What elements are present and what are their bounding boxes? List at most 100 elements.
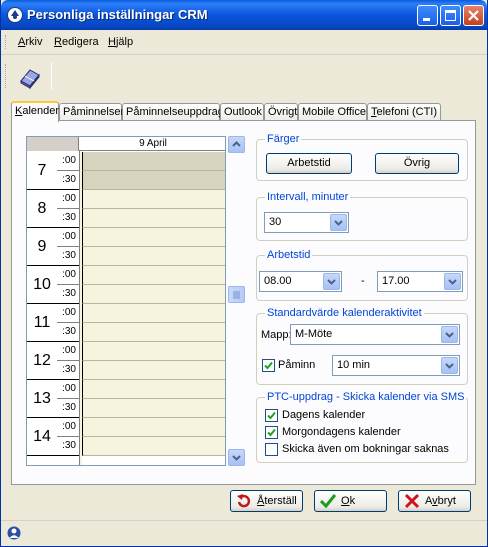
chevron-down-icon[interactable] [330, 214, 347, 231]
intervall-value: 30 [269, 216, 282, 228]
aterstall-button[interactable]: Återställ [230, 490, 303, 512]
arbetstid-title: Arbetstid [265, 249, 313, 261]
tab-outlook[interactable]: Outlook [220, 103, 264, 121]
time-slot[interactable] [82, 361, 225, 380]
morgondagens-checkbox[interactable] [265, 426, 278, 439]
slot-label: :30 [62, 364, 76, 375]
window-title: Personliga inställningar CRM [27, 7, 208, 22]
time-slot[interactable] [82, 171, 225, 190]
standard-group: Standardvärde kalenderaktivitet Mapp: M-… [256, 307, 468, 385]
calendar-date: 9 April [139, 138, 167, 149]
time-slot[interactable] [82, 285, 225, 304]
time-slot[interactable] [82, 247, 225, 266]
avbryt-button[interactable]: Avbryt [398, 490, 471, 512]
mapp-select[interactable]: M-Möte [290, 324, 460, 345]
arbetstid-from-select[interactable]: 08.00 [259, 271, 342, 292]
maximize-button[interactable] [440, 5, 461, 26]
tab-mobile-office[interactable]: Mobile Office [298, 103, 367, 121]
arbetstid-to-value: 17.00 [382, 275, 410, 287]
arbetstid-dash: - [361, 275, 365, 287]
time-slot[interactable] [82, 266, 225, 285]
scroll-up-button[interactable] [228, 136, 245, 153]
slot-label: :00 [57, 380, 79, 399]
chevron-down-icon[interactable] [441, 357, 458, 374]
toolbar-grip [5, 64, 8, 88]
aterstall-label: Återställ [257, 491, 297, 511]
day-calendar[interactable]: 9 April 7:00:30 8:00:30 9:00:30 10:00:30 11:… [26, 136, 226, 466]
farger-group: Färger Arbetstid Övrig [256, 133, 468, 181]
chevron-down-icon[interactable] [441, 326, 458, 343]
calendar-scrollbar[interactable] [228, 136, 245, 466]
chevron-down-icon[interactable] [323, 273, 340, 290]
hour-number: 12 [33, 352, 51, 369]
time-slot[interactable] [82, 399, 225, 418]
time-slot[interactable] [82, 418, 225, 437]
skicka-checkbox[interactable] [265, 443, 278, 456]
time-slot[interactable] [82, 209, 225, 228]
checkmark-icon [264, 361, 273, 370]
standard-title: Standardvärde kalenderaktivitet [265, 307, 424, 319]
time-slot[interactable] [82, 437, 225, 456]
paminn-select[interactable]: 10 min [332, 355, 460, 376]
scroll-thumb[interactable] [228, 286, 245, 303]
time-slot[interactable] [82, 228, 225, 247]
kalender-panel: 9 April 7:00:30 8:00:30 9:00:30 10:00:30 11:… [11, 120, 476, 485]
hour-number: 14 [33, 428, 51, 445]
menu-hjalp[interactable]: Hjälp [108, 36, 133, 48]
checkmark-icon [320, 494, 336, 509]
slot-label: :00 [57, 266, 79, 285]
toolbar-separator [51, 62, 52, 90]
paminn-label: Påminn [278, 359, 316, 371]
eraser-tool-button[interactable] [17, 64, 43, 90]
ovrig-color-button[interactable]: Övrig [375, 153, 459, 174]
dagens-checkbox[interactable] [265, 409, 278, 422]
menu-bar: Arkiv Redigera Hjälp [1, 31, 487, 53]
dagens-label: Dagens kalender [282, 409, 366, 421]
time-slot[interactable] [82, 342, 225, 361]
minimize-button[interactable] [417, 5, 438, 26]
arbetstid-group: Arbetstid 08.00 - 17.00 [256, 249, 468, 301]
undo-icon [237, 494, 251, 508]
hour-label: 13:00:30 [27, 380, 79, 418]
slot-label: :30 [62, 174, 76, 185]
chevron-down-icon[interactable] [444, 273, 461, 290]
menu-arkiv-label: rkiv [25, 36, 43, 48]
close-button[interactable] [463, 5, 484, 26]
tab-paminnelser[interactable]: Påminnelser [59, 103, 124, 121]
farger-title: Färger [265, 133, 302, 145]
menu-grip [5, 35, 8, 49]
intervall-select[interactable]: 30 [264, 212, 349, 233]
arbetstid-to-select[interactable]: 17.00 [377, 271, 463, 292]
time-slot[interactable] [82, 304, 225, 323]
scroll-down-button[interactable] [228, 449, 245, 466]
time-slot[interactable] [82, 152, 225, 171]
ok-button[interactable]: Ok [314, 490, 387, 512]
arbetstid-color-button[interactable]: Arbetstid [266, 153, 352, 174]
ptc-group: PTC-uppdrag - Skicka kalender via SMS Da… [256, 391, 468, 463]
menu-arkiv[interactable]: Arkiv [18, 36, 42, 48]
tab-paminnelseuppdrag[interactable]: Påminnelseuppdrag [122, 103, 224, 121]
menu-redigera-label: edigera [61, 36, 99, 48]
slot-label: :00 [57, 190, 79, 209]
hour-number: 11 [33, 314, 51, 331]
hour-label: 10:00:30 [27, 266, 79, 304]
time-slot[interactable] [82, 380, 225, 399]
mapp-value: M-Möte [295, 328, 333, 340]
tab-kalender-label: alender [22, 105, 60, 117]
hour-number: 13 [33, 390, 51, 407]
checkmark-icon [267, 411, 276, 420]
paminn-checkbox[interactable] [262, 359, 275, 372]
tab-telefoni[interactable]: Telefoni (CTI) [367, 103, 441, 121]
menu-redigera[interactable]: Redigera [54, 36, 99, 48]
slot-label: :30 [62, 212, 76, 223]
close-icon [404, 493, 420, 509]
title-bar[interactable]: Personliga inställningar CRM [1, 0, 487, 30]
user-icon [7, 526, 21, 540]
tab-kalender[interactable]: Kalender [11, 101, 59, 122]
slot-label: :30 [62, 440, 76, 451]
mapp-label: Mapp: [261, 329, 292, 341]
time-slot[interactable] [82, 190, 225, 209]
tab-ovrigt[interactable]: Övrigt [264, 103, 298, 121]
calendar-corner [27, 137, 79, 151]
time-slot[interactable] [82, 323, 225, 342]
